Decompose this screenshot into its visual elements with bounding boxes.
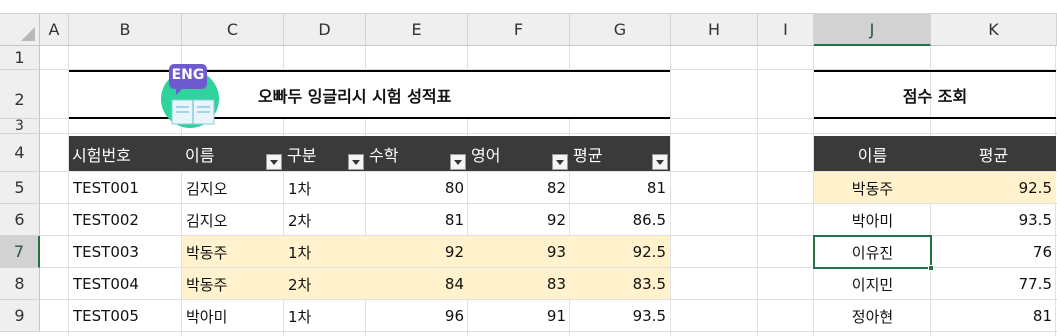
cell-b9[interactable]: TEST005: [69, 300, 182, 332]
cell-c5[interactable]: 김지오: [182, 172, 284, 204]
select-all-button[interactable]: [0, 14, 40, 46]
filter-dropdown-icon[interactable]: [266, 154, 282, 170]
row-header-6[interactable]: 6: [0, 204, 40, 236]
row-header-9[interactable]: 9: [0, 300, 40, 332]
select-all-icon: [21, 27, 35, 41]
cell-c8[interactable]: 박동주: [182, 268, 284, 300]
lookup-header-name[interactable]: 이름: [814, 136, 931, 171]
cell-d5[interactable]: 1차: [284, 172, 366, 204]
row-header-4[interactable]: 4: [0, 134, 40, 172]
column-header-i[interactable]: I: [758, 14, 814, 46]
cell-f9[interactable]: 91: [468, 300, 570, 332]
filter-dropdown-icon[interactable]: [552, 154, 568, 170]
cell-b5[interactable]: TEST001: [69, 172, 182, 204]
cell-k8[interactable]: 77.5: [931, 268, 1056, 300]
cell-k7[interactable]: 76: [931, 236, 1056, 268]
lookup-header-average[interactable]: 평균: [931, 136, 1056, 171]
cell-j9[interactable]: 정아현: [814, 300, 931, 332]
cell-j5[interactable]: 박동주: [814, 172, 931, 204]
cell-c9[interactable]: 박아미: [182, 300, 284, 332]
cell-b7[interactable]: TEST003: [69, 236, 182, 268]
gridline: [670, 46, 671, 336]
column-header-g[interactable]: G: [570, 14, 671, 46]
row-header-5[interactable]: 5: [0, 172, 40, 204]
filter-dropdown-icon[interactable]: [450, 154, 466, 170]
cell-b8[interactable]: TEST004: [69, 268, 182, 300]
cell-g6[interactable]: 86.5: [570, 204, 670, 236]
row-header-7[interactable]: 7: [0, 236, 40, 268]
cell-g7[interactable]: 92.5: [570, 236, 670, 268]
cell-e9[interactable]: 96: [366, 300, 468, 332]
cell-c6[interactable]: 김지오: [182, 204, 284, 236]
column-header-a[interactable]: A: [40, 14, 69, 46]
cell-f5[interactable]: 82: [468, 172, 570, 204]
cell-e6[interactable]: 81: [366, 204, 468, 236]
cell-e5[interactable]: 80: [366, 172, 468, 204]
gridline: [757, 46, 758, 336]
cell-j6[interactable]: 박아미: [814, 204, 931, 236]
gridline: [40, 133, 1057, 134]
header-test-id[interactable]: 시험번호: [69, 136, 182, 171]
cell-g8[interactable]: 83.5: [570, 268, 670, 300]
column-header-k[interactable]: K: [931, 14, 1057, 46]
cell-k9[interactable]: 81: [931, 300, 1056, 332]
fill-handle[interactable]: [928, 265, 934, 271]
lookup-title-bottom-border: [814, 117, 1056, 119]
cell-e7[interactable]: 92: [366, 236, 468, 268]
active-cell-selection[interactable]: [813, 235, 932, 269]
column-header-h[interactable]: H: [671, 14, 758, 46]
spreadsheet-grid: A B C D E F G H I J K 1 2 3 4 5 6 7 8 9 …: [0, 0, 1057, 336]
cell-b6[interactable]: TEST002: [69, 204, 182, 236]
cell-d6[interactable]: 2차: [284, 204, 366, 236]
cell-d8[interactable]: 2차: [284, 268, 366, 300]
row-header-8[interactable]: 8: [0, 268, 40, 300]
cell-j8[interactable]: 이지민: [814, 268, 931, 300]
cell-d9[interactable]: 1차: [284, 300, 366, 332]
lookup-title: 점수 조회: [902, 87, 968, 106]
column-header-c[interactable]: C: [182, 14, 284, 46]
cell-f8[interactable]: 83: [468, 268, 570, 300]
cell-f6[interactable]: 92: [468, 204, 570, 236]
sheet-title: 오빠두 잉글리시 시험 성적표: [258, 87, 452, 106]
filter-dropdown-icon[interactable]: [348, 154, 364, 170]
toolbar-strip: [0, 0, 1057, 14]
cell-k6[interactable]: 93.5: [931, 204, 1056, 236]
cell-d7[interactable]: 1차: [284, 236, 366, 268]
row-header-2[interactable]: 2: [0, 70, 40, 119]
logo-text: ENG: [171, 67, 205, 83]
column-header-f[interactable]: F: [468, 14, 570, 46]
cell-c7[interactable]: 박동주: [182, 236, 284, 268]
cell-f7[interactable]: 93: [468, 236, 570, 268]
eng-book-logo-icon[interactable]: ENG: [154, 62, 224, 128]
cell-e8[interactable]: 84: [366, 268, 468, 300]
column-header-d[interactable]: D: [284, 14, 366, 46]
cell-k5[interactable]: 92.5: [931, 172, 1056, 204]
column-header-e[interactable]: E: [366, 14, 468, 46]
filter-dropdown-icon[interactable]: [652, 154, 668, 170]
cell-g9[interactable]: 93.5: [570, 300, 670, 332]
row-header-1[interactable]: 1: [0, 46, 40, 70]
row-header-3[interactable]: 3: [0, 118, 40, 134]
lookup-title-top-border: [814, 70, 1056, 72]
column-header-b[interactable]: B: [69, 14, 182, 46]
column-header-j[interactable]: J: [814, 14, 931, 46]
cell-g5[interactable]: 81: [570, 172, 670, 204]
